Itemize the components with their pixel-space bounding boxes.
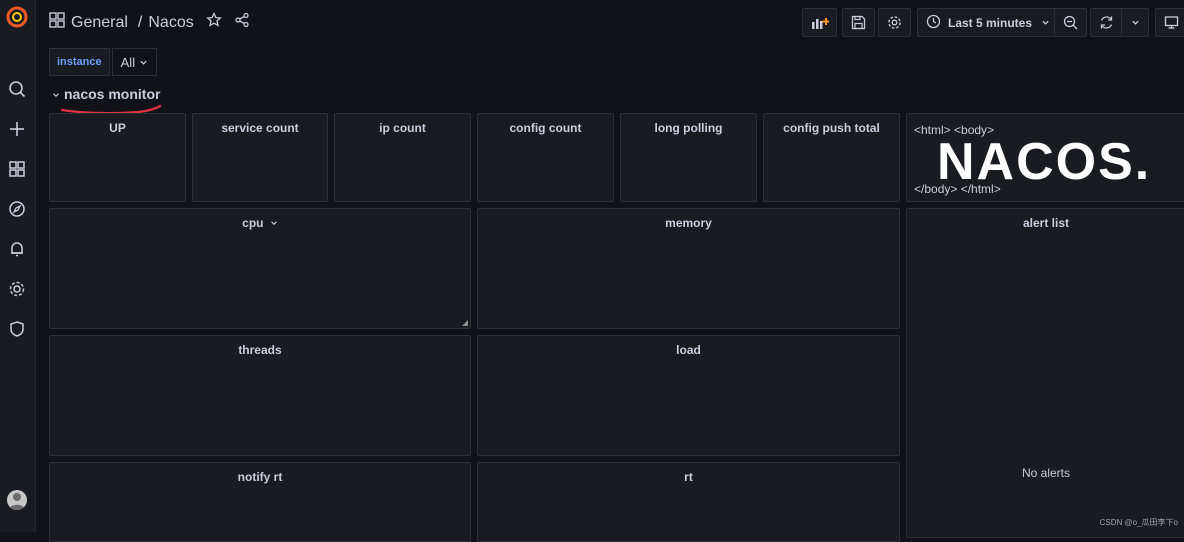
avatar[interactable] bbox=[7, 490, 27, 510]
star-icon[interactable] bbox=[205, 11, 222, 33]
panel-config-count[interactable]: config count bbox=[477, 113, 614, 202]
panel-cpu[interactable]: cpu bbox=[49, 208, 471, 329]
chevron-down-icon bbox=[1041, 15, 1050, 30]
chevron-down-icon[interactable] bbox=[270, 216, 278, 230]
chevron-down-icon bbox=[139, 55, 148, 70]
panel-threads[interactable]: threads bbox=[49, 335, 471, 456]
nacos-logo-text: NACOS. bbox=[937, 136, 1151, 184]
breadcrumb-separator: / bbox=[137, 13, 143, 31]
row-header[interactable]: nacos monitor bbox=[52, 86, 160, 102]
variables-bar: instance All bbox=[49, 48, 158, 76]
bell-icon[interactable] bbox=[6, 238, 28, 260]
grafana-logo-icon[interactable] bbox=[4, 4, 30, 30]
time-range-label: Last 5 minutes bbox=[948, 15, 1033, 30]
nacos-logo: NACOS. bbox=[937, 136, 1151, 184]
panel-title: load bbox=[676, 343, 701, 357]
panel-service-count[interactable]: service count bbox=[192, 113, 328, 202]
breadcrumb: General / Nacos bbox=[49, 11, 250, 33]
panel-title: notify rt bbox=[237, 470, 283, 484]
html-close-text: </body> </html> bbox=[914, 182, 1001, 196]
panel-notify-rt[interactable]: notify rt bbox=[49, 462, 471, 542]
panel-config-push-total[interactable]: config push total bbox=[763, 113, 900, 202]
save-dashboard-button[interactable] bbox=[842, 8, 875, 37]
panel-title: ip count bbox=[379, 121, 426, 135]
chevron-down-icon bbox=[52, 86, 60, 102]
sidebar bbox=[0, 0, 36, 532]
panel-up[interactable]: UP bbox=[49, 113, 186, 202]
panel-title: config count bbox=[509, 121, 582, 135]
refresh-interval-dropdown[interactable] bbox=[1121, 8, 1149, 37]
panel-title: memory bbox=[665, 216, 712, 230]
time-picker-button[interactable]: Last 5 minutes bbox=[917, 8, 1063, 37]
panel-ip-count[interactable]: ip count bbox=[334, 113, 471, 202]
panel-long-polling[interactable]: long polling bbox=[620, 113, 757, 202]
panel-alert-list[interactable]: alert list No alerts bbox=[906, 208, 1184, 538]
panel-title: UP bbox=[109, 121, 126, 135]
panel-title: config push total bbox=[783, 121, 880, 135]
resize-handle-icon[interactable] bbox=[462, 320, 468, 326]
watermark: CSDN @o_瓜田李下o bbox=[1099, 518, 1178, 527]
row-title: nacos monitor bbox=[64, 86, 161, 102]
compass-icon[interactable] bbox=[6, 198, 28, 220]
breadcrumb-dashboard[interactable]: Nacos bbox=[148, 14, 193, 32]
panel-memory[interactable]: memory bbox=[477, 208, 900, 329]
refresh-button[interactable] bbox=[1090, 8, 1123, 37]
clock-icon bbox=[926, 14, 941, 32]
shield-icon[interactable] bbox=[6, 318, 28, 340]
html-open-text: <html> <body> bbox=[914, 123, 995, 137]
panel-title: long polling bbox=[654, 121, 723, 135]
panel-title-text: cpu bbox=[242, 216, 264, 230]
top-navbar: General / Nacos Last 5 minutes bbox=[35, 0, 1184, 44]
zoom-out-button[interactable] bbox=[1054, 8, 1087, 37]
instance-variable-select[interactable]: All bbox=[111, 48, 158, 76]
add-panel-button[interactable] bbox=[802, 8, 837, 37]
instance-variable-value: All bbox=[120, 54, 136, 70]
panel-title: alert list bbox=[1022, 216, 1070, 230]
variable-label-instance: instance bbox=[49, 48, 110, 76]
share-icon[interactable] bbox=[234, 12, 250, 33]
dashboards-grid-icon bbox=[49, 12, 65, 33]
search-icon[interactable] bbox=[6, 78, 28, 100]
breadcrumb-folder[interactable]: General bbox=[71, 14, 128, 32]
panel-title: rt bbox=[684, 470, 693, 484]
panel-html-logo[interactable]: <html> <body> NACOS. </body> </html> bbox=[906, 113, 1184, 202]
tv-mode-button[interactable] bbox=[1155, 8, 1184, 37]
gear-icon[interactable] bbox=[6, 278, 28, 300]
plus-icon[interactable] bbox=[6, 118, 28, 140]
panel-title: threads bbox=[238, 343, 282, 357]
panel-title: cpu bbox=[50, 216, 470, 230]
panel-title: service count bbox=[221, 121, 299, 135]
panel-load[interactable]: load bbox=[477, 335, 900, 456]
no-alerts-text: No alerts bbox=[1021, 466, 1071, 480]
dashboards-icon[interactable] bbox=[6, 158, 28, 180]
panel-rt[interactable]: rt bbox=[477, 462, 900, 542]
dashboard-settings-button[interactable] bbox=[878, 8, 911, 37]
